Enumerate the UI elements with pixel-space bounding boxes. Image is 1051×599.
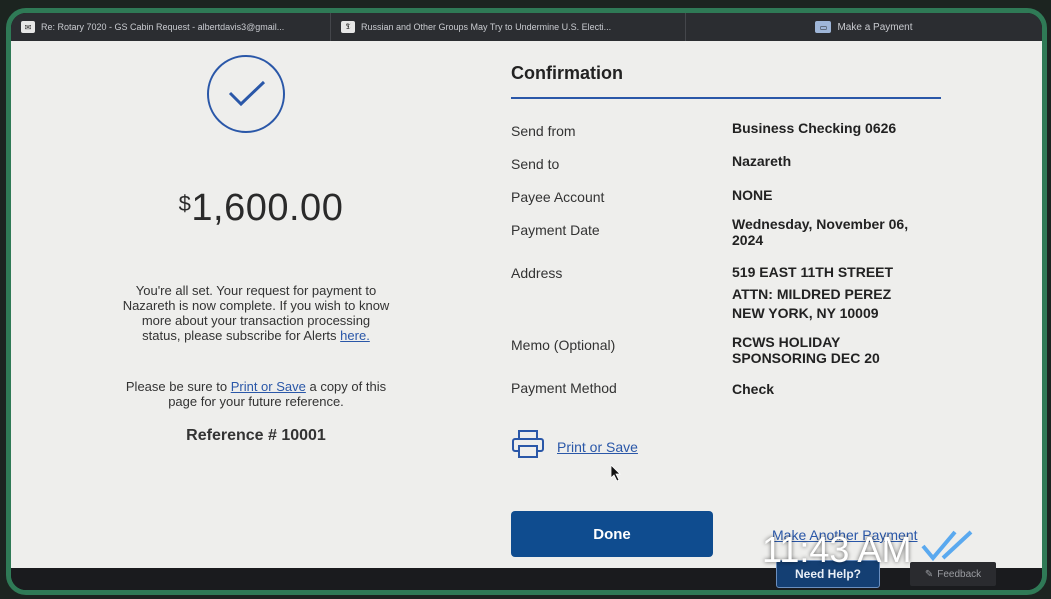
value-payment-date: Wednesday, November 06, 2024 xyxy=(732,216,909,248)
printer-icon xyxy=(511,429,545,464)
print-or-save-inline-link[interactable]: Print or Save xyxy=(231,379,306,394)
label-send-from: Send from xyxy=(511,123,576,139)
value-send-from: Business Checking 0626 xyxy=(732,120,897,136)
label-address: Address xyxy=(511,265,563,281)
print-or-save-link[interactable]: Print or Save xyxy=(557,439,638,455)
tab-news[interactable]: 𝕿 Russian and Other Groups May Try to Un… xyxy=(331,13,686,41)
label-memo: Memo (Optional) xyxy=(511,337,616,353)
taskbar-tabs: ✉ Re: Rotary 7020 - GS Cabin Request - a… xyxy=(11,13,1042,41)
payment-confirmation-page: $1,600.00 You're all set. Your request f… xyxy=(11,41,1042,568)
value-send-to: Nazareth xyxy=(732,153,792,169)
bank-icon: ▭ xyxy=(815,21,832,33)
value-address-line-1: 519 EAST 11TH STREET xyxy=(732,264,894,280)
print-reminder: Please be sure to Print or Save a copy o… xyxy=(125,379,387,409)
mail-icon: ✉ xyxy=(21,21,35,33)
success-check-icon xyxy=(207,55,285,133)
timestamp-text: 11:43 AM xyxy=(762,528,912,570)
label-send-to: Send to xyxy=(511,156,560,172)
done-button[interactable]: Done xyxy=(511,511,713,557)
tab-email[interactable]: ✉ Re: Rotary 7020 - GS Cabin Request - a… xyxy=(11,13,331,41)
message-timestamp: 11:43 AM xyxy=(762,528,979,571)
label-payee-account: Payee Account xyxy=(511,189,605,205)
title-divider xyxy=(511,97,941,99)
label-payment-date: Payment Date xyxy=(511,222,600,238)
photo-frame: ✉ Re: Rotary 7020 - GS Cabin Request - a… xyxy=(6,8,1047,595)
reference-number: Reference # 10001 xyxy=(186,427,326,444)
payment-amount: $1,600.00 xyxy=(178,187,344,229)
print-or-save-action[interactable]: Print or Save xyxy=(511,429,638,464)
mouse-cursor-icon xyxy=(610,464,621,486)
confirmation-title: Confirmation xyxy=(511,63,623,83)
value-address-line-3: NEW YORK, NY 10009 xyxy=(732,305,879,321)
bottom-bar xyxy=(11,568,1042,590)
alerts-link[interactable]: here. xyxy=(340,328,370,343)
tab-label: Make a Payment xyxy=(837,21,913,33)
value-address-line-2: ATTN: MILDRED PEREZ xyxy=(732,286,892,302)
tab-make-payment[interactable]: ▭ Make a Payment xyxy=(686,13,1042,41)
value-payee-account: NONE xyxy=(732,187,773,203)
tab-label: Russian and Other Groups May Try to Unde… xyxy=(361,22,612,32)
tab-label: Re: Rotary 7020 - GS Cabin Request - alb… xyxy=(41,22,285,32)
completion-message: You're all set. Your request for payment… xyxy=(122,283,390,343)
value-payment-method: Check xyxy=(732,381,775,397)
nyt-icon: 𝕿 xyxy=(341,21,355,33)
value-memo: RCWS HOLIDAY SPONSORING DEC 20 xyxy=(732,334,880,366)
label-payment-method: Payment Method xyxy=(511,380,617,396)
double-check-icon xyxy=(921,528,979,571)
